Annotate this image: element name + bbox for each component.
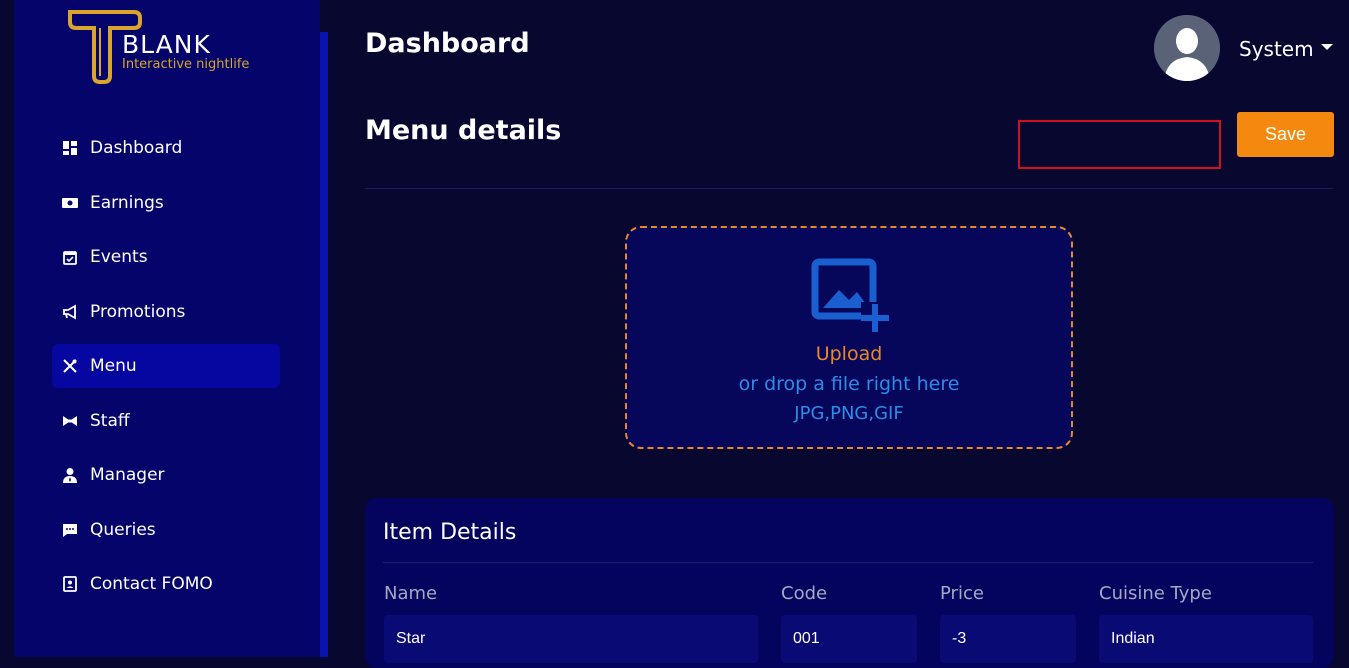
sidebar-item-promotions[interactable]: Promotions	[52, 290, 280, 334]
highlight-box	[1018, 120, 1221, 169]
allowed-formats: JPG,PNG,GIF	[794, 403, 904, 424]
sidebar-item-manager[interactable]: Manager	[52, 453, 280, 497]
code-label: Code	[781, 583, 828, 604]
sidebar-item-label: Contact FOMO	[90, 574, 213, 594]
chat-icon	[63, 524, 77, 537]
sidebar-item-label: Promotions	[90, 302, 186, 322]
brand-subtitle: Interactive nightlife	[122, 57, 250, 72]
image-upload-dropzone[interactable]: Upload or drop a file right here JPG,PNG…	[625, 226, 1073, 449]
sidebar-scrollbar[interactable]	[320, 32, 328, 657]
sidebar-item-label: Dashboard	[90, 138, 183, 158]
sidebar: BLANK Interactive nightlife Dashboard Ea…	[14, 0, 320, 657]
sidebar-item-contact-fomo[interactable]: Contact FOMO	[52, 562, 280, 606]
divider	[365, 188, 1333, 189]
user-tie-icon	[63, 468, 77, 483]
sidebar-item-earnings[interactable]: Earnings	[52, 181, 280, 225]
item-details-card: Item Details Name Code Price Cuisine Typ…	[365, 498, 1334, 668]
image-add-icon	[811, 258, 889, 332]
calendar-icon	[63, 251, 77, 265]
money-icon	[62, 198, 78, 208]
price-field[interactable]: -3	[940, 615, 1076, 663]
sidebar-item-label: Manager	[90, 465, 165, 485]
dashboard-icon	[63, 141, 77, 155]
code-field[interactable]: 001	[781, 615, 917, 663]
bowtie-icon	[63, 416, 77, 426]
divider	[383, 562, 1313, 563]
item-details-title: Item Details	[383, 520, 517, 545]
section-title: Menu details	[365, 115, 562, 146]
page-header-title: Dashboard	[365, 28, 530, 59]
caret-down-icon[interactable]	[1320, 42, 1334, 52]
utensils-icon	[63, 359, 77, 373]
sidebar-item-menu[interactable]: Menu	[52, 344, 280, 388]
sidebar-item-dashboard[interactable]: Dashboard	[52, 126, 280, 170]
user-avatar-icon	[1154, 15, 1220, 81]
brand-title: BLANK	[122, 30, 211, 59]
sidebar-item-queries[interactable]: Queries	[52, 508, 280, 552]
megaphone-icon	[63, 304, 76, 320]
sidebar-item-events[interactable]: Events	[52, 235, 280, 279]
contact-icon	[63, 576, 77, 592]
drop-hint: or drop a file right here	[738, 373, 960, 395]
sidebar-item-label: Staff	[90, 411, 130, 431]
sidebar-item-label: Events	[90, 247, 148, 267]
name-label: Name	[384, 583, 438, 604]
sidebar-item-label: Earnings	[90, 193, 164, 213]
brand-logo[interactable]: BLANK Interactive nightlife	[66, 6, 266, 88]
cuisine-type-field[interactable]: Indian	[1099, 615, 1313, 663]
sidebar-item-label: Queries	[90, 520, 156, 540]
price-label: Price	[940, 583, 984, 604]
sidebar-item-staff[interactable]: Staff	[52, 399, 280, 443]
cuisine-type-label: Cuisine Type	[1099, 583, 1212, 604]
avatar[interactable]	[1154, 15, 1220, 81]
save-button[interactable]: Save	[1237, 112, 1334, 157]
upload-link[interactable]: Upload	[627, 343, 1071, 365]
name-field[interactable]: Star	[384, 615, 758, 663]
sidebar-item-label: Menu	[90, 356, 137, 376]
user-menu-name[interactable]: System	[1239, 37, 1314, 61]
